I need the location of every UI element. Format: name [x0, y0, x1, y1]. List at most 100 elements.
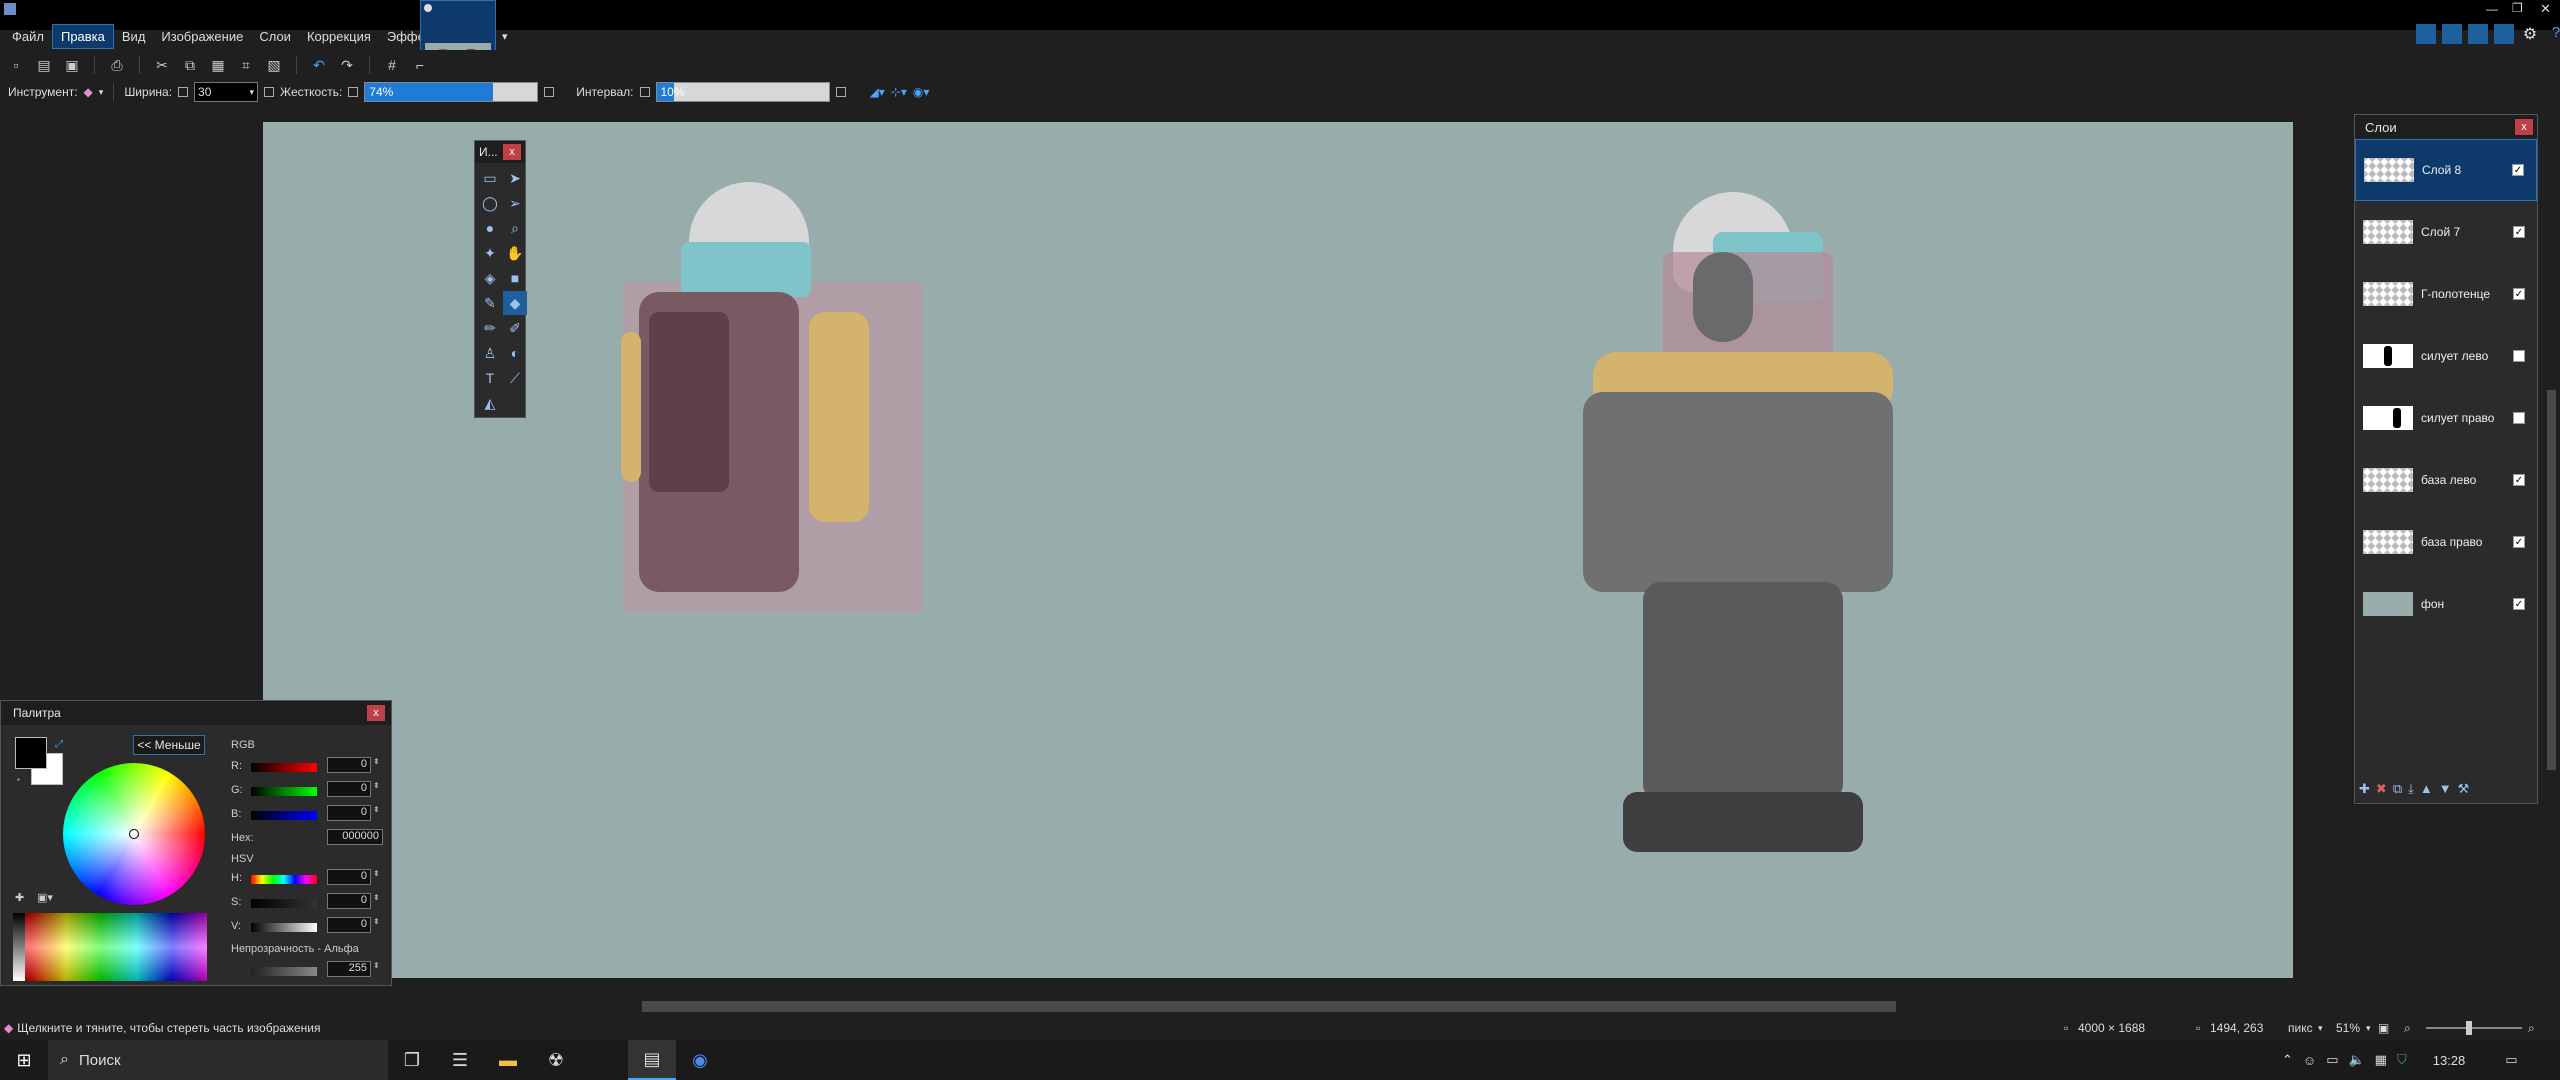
r-spinner-icon[interactable]: ⬍ — [373, 757, 380, 766]
width-increase-icon[interactable] — [264, 87, 275, 97]
security-tray-icon[interactable]: ⛉ — [2397, 1052, 2407, 1068]
layer-visibility-checkbox[interactable]: ✓ — [2513, 474, 2525, 486]
grid-icon[interactable]: # — [382, 55, 402, 75]
clock[interactable]: 13:28 — [2433, 1053, 2466, 1068]
stack-app-icon[interactable]: ☰ — [436, 1040, 484, 1080]
layer-item[interactable]: Слой 7 ✓ — [2355, 201, 2537, 263]
units-dropdown-icon[interactable]: ▾ — [2318, 1023, 2323, 1034]
layer-item[interactable]: Г-полотенце ✓ — [2355, 263, 2537, 325]
notifications-icon[interactable]: ▭ — [2505, 1052, 2517, 1068]
palette-menu-icon[interactable]: ▣▾ — [37, 891, 53, 904]
ruler-icon[interactable]: ⌐ — [410, 55, 430, 75]
interval-increase-icon[interactable] — [835, 87, 846, 97]
crop-icon[interactable]: ⌗ — [236, 55, 256, 75]
g-spinner-icon[interactable]: ⬍ — [373, 781, 380, 790]
menu-edit[interactable]: Правка — [51, 23, 114, 49]
zoom-tool-icon[interactable]: ⌕ — [503, 216, 527, 240]
palette-gray-column[interactable] — [13, 913, 25, 981]
interval-slider[interactable]: 10% — [655, 82, 830, 102]
layers-window-icon[interactable] — [2468, 24, 2488, 44]
close-window-icon[interactable]: ✕ — [2540, 1, 2551, 17]
tool-dropdown-icon[interactable]: ▾ — [99, 87, 104, 98]
undo-icon[interactable]: ↶ — [309, 55, 329, 75]
width-dropdown-icon[interactable]: ▾ — [250, 87, 255, 98]
color-wheel[interactable] — [63, 763, 205, 905]
new-file-icon[interactable]: ▫ — [6, 55, 26, 75]
shapes-tool-icon[interactable]: ◭ — [478, 391, 502, 415]
tray-expand-icon[interactable]: ⌃ — [2282, 1052, 2293, 1068]
ellipse-select-tool-icon[interactable]: ● — [478, 216, 502, 240]
layer-item[interactable]: силует лево — [2355, 325, 2537, 387]
h-slider[interactable] — [251, 875, 317, 884]
layer-item[interactable]: Слой 8 ✓ — [2355, 139, 2537, 201]
alpha-slider[interactable] — [251, 967, 317, 976]
cut-icon[interactable]: ✂ — [152, 55, 172, 75]
layers-close-button[interactable]: x — [2515, 119, 2533, 135]
game-app-icon[interactable]: ☢ — [532, 1040, 580, 1080]
zoom-slider-thumb[interactable] — [2466, 1021, 2472, 1035]
volume-icon[interactable]: 🔈 — [2348, 1052, 2364, 1068]
discord-tray-icon[interactable]: ☺ — [2303, 1053, 2316, 1068]
minimize-icon[interactable]: — — [2486, 2, 2498, 16]
clone-stamp-tool-icon[interactable]: ♙ — [478, 341, 502, 365]
rect-select-tool-icon[interactable]: ▭ — [478, 166, 502, 190]
less-button[interactable]: << Меньше — [133, 735, 205, 755]
layer-visibility-checkbox[interactable]: ✓ — [2513, 536, 2525, 548]
layer-item[interactable]: база право ✓ — [2355, 511, 2537, 573]
alpha-input[interactable]: 255 — [327, 961, 371, 977]
pan-tool-icon[interactable]: ✋ — [503, 241, 527, 265]
print-icon[interactable]: ⎙ — [107, 55, 127, 75]
layer-visibility-checkbox[interactable] — [2513, 350, 2525, 362]
alpha-mode-icon[interactable]: ◉▾ — [913, 85, 930, 99]
horizontal-scroll-thumb[interactable] — [642, 1001, 1896, 1012]
fit-window-icon[interactable]: ▣ — [2378, 1021, 2389, 1035]
pencil-tool-icon[interactable]: ✏ — [478, 316, 502, 340]
file-explorer-icon[interactable]: ▬ — [484, 1040, 532, 1080]
color-picker-tool-icon[interactable]: ✐ — [503, 316, 527, 340]
interval-decrease-icon[interactable] — [639, 87, 650, 97]
layers-header[interactable]: Слои x — [2355, 115, 2537, 139]
hex-input[interactable]: 000000 — [327, 829, 383, 845]
zoom-out-icon[interactable]: ⌕ — [2404, 1021, 2411, 1036]
magic-wand-tool-icon[interactable]: ✦ — [478, 241, 502, 265]
h-input[interactable]: 0 — [327, 869, 371, 885]
antialias-icon[interactable]: ◢▾ — [870, 85, 885, 99]
zoom-dropdown-icon[interactable]: ▾ — [2366, 1023, 2371, 1034]
s-slider[interactable] — [251, 899, 317, 908]
blend-mode-icon[interactable]: ⊹▾ — [891, 85, 907, 99]
deselect-icon[interactable]: ▧ — [264, 55, 284, 75]
gradient-tool-icon[interactable]: ■ — [503, 266, 527, 290]
zoom-slider[interactable] — [2426, 1027, 2522, 1029]
g-input[interactable]: 0 — [327, 781, 371, 797]
layer-item[interactable]: фон ✓ — [2355, 573, 2537, 635]
restore-icon[interactable]: ❐ — [2512, 1, 2523, 15]
copy-icon[interactable]: ⧉ — [180, 55, 200, 75]
merge-layer-down-icon[interactable]: ⤓ — [2408, 781, 2414, 797]
move-selected-tool-icon[interactable]: ➤ — [503, 166, 527, 190]
tools-window-header[interactable]: И... x — [475, 141, 525, 163]
lasso-select-tool-icon[interactable]: ◯ — [478, 191, 502, 215]
layer-visibility-checkbox[interactable] — [2513, 412, 2525, 424]
b-spinner-icon[interactable]: ⬍ — [373, 805, 380, 814]
task-view-icon[interactable]: ❐ — [388, 1040, 436, 1080]
v-input[interactable]: 0 — [327, 917, 371, 933]
paint-bucket-tool-icon[interactable]: ◈ — [478, 266, 502, 290]
text-tool-icon[interactable]: T — [478, 366, 502, 390]
zoom-level[interactable]: 51% — [2336, 1021, 2360, 1035]
delete-layer-icon[interactable]: ✖ — [2376, 781, 2387, 797]
units-selector[interactable]: пикс — [2288, 1021, 2313, 1035]
colors-window-icon[interactable] — [2494, 24, 2514, 44]
layer-properties-icon[interactable]: ⚒ — [2458, 781, 2470, 797]
paint-net-taskbar-icon[interactable]: ▤ — [628, 1040, 676, 1080]
move-layer-up-icon[interactable]: ▲ — [2420, 781, 2433, 797]
keyboard-tray-icon[interactable]: ▦ — [2375, 1052, 2387, 1068]
tab-menu-icon[interactable]: ▾ — [502, 30, 508, 43]
eraser-tool-icon[interactable]: ◆ — [84, 85, 93, 99]
palette-swatches[interactable] — [13, 913, 207, 981]
duplicate-layer-icon[interactable]: ⧉ — [2393, 781, 2402, 797]
tools-close-button[interactable]: x — [503, 144, 521, 160]
layer-visibility-checkbox[interactable]: ✓ — [2512, 164, 2524, 176]
palette-close-button[interactable]: x — [367, 705, 385, 721]
swap-colors-icon[interactable]: ⤢ — [55, 739, 63, 750]
paintbrush-tool-icon[interactable]: ✎ — [478, 291, 502, 315]
